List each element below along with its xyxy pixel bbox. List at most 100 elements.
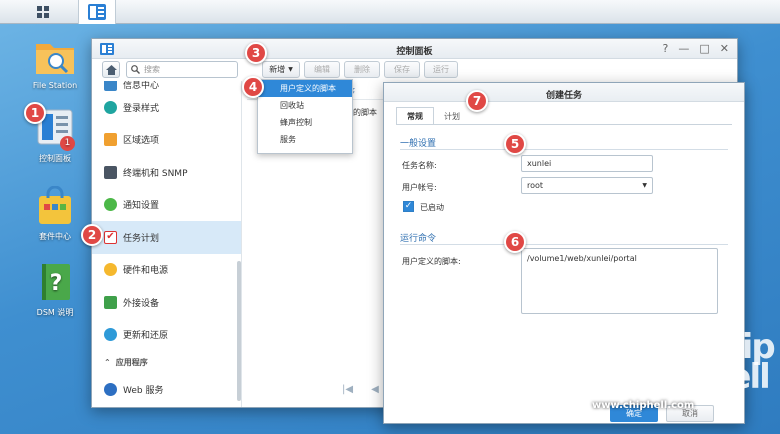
minimize-button[interactable]: — <box>678 42 689 55</box>
sidebar-item-external-devices[interactable]: 外接设备 <box>92 286 241 319</box>
globe-icon <box>104 382 117 396</box>
desktop-package-center[interactable]: 套件中心 <box>20 185 90 242</box>
clock-icon <box>104 133 117 147</box>
step-marker: 5 <box>504 133 526 155</box>
grid-icon <box>37 6 49 18</box>
help-button[interactable]: ? <box>663 42 669 55</box>
new-button[interactable]: 新增 ▼ <box>262 61 300 78</box>
step-marker: 4 <box>242 76 264 98</box>
sidebar-item-task-scheduler[interactable]: ✔ 任务计划 <box>92 221 241 254</box>
main-menu-button[interactable] <box>24 0 62 24</box>
watermark-logo: chip hell <box>701 327 775 397</box>
palette-icon <box>104 100 117 114</box>
sidebar-item-label: 终端机和 SNMP <box>123 168 188 179</box>
sidebar-item-label: Web 服务 <box>123 385 164 396</box>
info-icon <box>104 81 117 91</box>
menu-item-recycle-bin[interactable]: 回收站 <box>258 97 352 114</box>
chevron-down-icon: ▼ <box>642 182 647 189</box>
window-title: 控制面板 <box>396 47 433 57</box>
sidebar-section-applications[interactable]: ⌃ 应用程序 <box>92 351 241 373</box>
save-button[interactable]: 保存 <box>384 61 420 78</box>
enabled-label: 已启动 <box>420 203 444 212</box>
create-task-dialog: 创建任务 常规 计划 一般设置 任务名称: xunlei 用户帐号: root … <box>383 82 745 424</box>
first-page-button[interactable]: |◀ <box>342 384 353 395</box>
sidebar-item-label: 信息中心 <box>123 81 160 91</box>
home-button[interactable] <box>102 61 120 78</box>
script-textarea[interactable]: /volume1/web/xunlei/portal <box>521 248 718 314</box>
sidebar-item-label: 硬件和电源 <box>123 266 169 277</box>
dialog-title: 创建任务 <box>384 83 744 102</box>
desktop-dsm-help[interactable]: ? DSM 说明 <box>20 262 90 318</box>
chevron-up-icon: ⌃ <box>104 357 111 367</box>
taskbar-control-panel-button[interactable] <box>78 0 116 24</box>
section-divider <box>400 149 728 150</box>
menu-item-beep-control[interactable]: 蜂声控制 <box>258 114 352 131</box>
desktop-icon-label: File Station <box>32 81 78 90</box>
enabled-checkbox[interactable]: ✓ <box>403 201 414 212</box>
edit-button[interactable]: 编辑 <box>304 61 340 78</box>
sidebar-item-regional-options[interactable]: 区域选项 <box>92 124 241 157</box>
notification-badge: 1 <box>60 136 75 151</box>
step-marker: 7 <box>466 90 488 112</box>
delete-button[interactable]: 删除 <box>344 61 380 78</box>
section-divider <box>400 244 728 245</box>
sidebar-scrollbar[interactable] <box>237 261 241 401</box>
tab-divider <box>396 124 732 125</box>
menu-item-user-defined-script[interactable]: 用户定义的脚本 <box>258 80 352 97</box>
sidebar-item-update-restore[interactable]: 更新和还原 <box>92 319 241 352</box>
user-account-select[interactable]: root ▼ <box>521 177 653 194</box>
watermark-url: www.chiphell.com <box>592 400 695 411</box>
control-panel-icon <box>88 4 106 20</box>
search-icon <box>131 65 140 74</box>
tab-general[interactable]: 常规 <box>396 107 434 125</box>
chevron-down-icon: ▼ <box>288 66 293 73</box>
new-dropdown-menu: 用户定义的脚本 回收站 蜂声控制 服务 <box>257 79 353 154</box>
chat-icon <box>104 198 117 212</box>
task-name-field[interactable]: xunlei <box>521 155 653 172</box>
checklist-icon: ✔ <box>104 230 117 244</box>
step-marker: 6 <box>504 231 526 253</box>
prev-page-button[interactable]: ◀ <box>371 384 379 395</box>
step-marker: 2 <box>81 224 103 246</box>
sidebar: 信息中心 登录样式 区域选项 终端机和 SNMP 通知设置 ✔ 任务计划 硬件和… <box>92 81 242 407</box>
desktop-file-station[interactable]: File Station <box>20 38 90 90</box>
search-placeholder: 搜索 <box>144 65 160 74</box>
folder-icon <box>36 44 74 74</box>
close-button[interactable]: ✕ <box>720 42 729 55</box>
general-settings-heading: 一般设置 <box>400 139 437 149</box>
dialog-tabs: 常规 计划 <box>396 107 470 125</box>
menu-item-service[interactable]: 服务 <box>258 131 352 148</box>
desktop-icon-label: DSM 说明 <box>36 308 74 317</box>
home-icon <box>105 64 117 75</box>
user-account-label: 用户帐号: <box>402 183 437 192</box>
terminal-icon <box>104 165 117 179</box>
help-book-icon: ? <box>42 264 70 300</box>
desktop-icon-label: 套件中心 <box>39 232 71 241</box>
window-titlebar[interactable]: 控制面板 ? — □ ✕ <box>92 39 737 59</box>
sidebar-item-label: 通知设置 <box>123 201 160 212</box>
upload-icon <box>104 295 117 309</box>
taskbar <box>0 0 780 24</box>
step-marker: 1 <box>24 102 46 124</box>
run-button[interactable]: 运行 <box>424 61 458 78</box>
sidebar-item-login-style[interactable]: 登录样式 <box>92 91 241 124</box>
sidebar-item-web-services[interactable]: Web 服务 <box>92 373 241 406</box>
sidebar-item-label: 任务计划 <box>123 233 160 244</box>
search-input[interactable]: 搜索 <box>126 61 238 78</box>
sidebar-item-terminal-snmp[interactable]: 终端机和 SNMP <box>92 156 241 189</box>
tab-schedule[interactable]: 计划 <box>434 107 470 125</box>
svg-text:?: ? <box>50 271 63 296</box>
bulb-icon <box>104 263 117 277</box>
script-label: 用户定义的脚本: <box>402 257 461 266</box>
refresh-icon <box>104 328 117 342</box>
sidebar-item-info-center[interactable]: 信息中心 <box>92 81 241 91</box>
new-button-label: 新增 <box>269 65 286 74</box>
sidebar-item-notification[interactable]: 通知设置 <box>92 189 241 222</box>
maximize-button[interactable]: □ <box>699 42 709 55</box>
shopping-bag-icon <box>39 185 71 224</box>
sidebar-item-hardware-power[interactable]: 硬件和电源 <box>92 254 241 287</box>
run-command-heading: 运行命令 <box>400 234 437 244</box>
pagination: |◀ ◀ <box>342 384 379 395</box>
sidebar-item-label: 外接设备 <box>123 298 160 309</box>
sidebar-item-label: 更新和还原 <box>123 331 169 342</box>
